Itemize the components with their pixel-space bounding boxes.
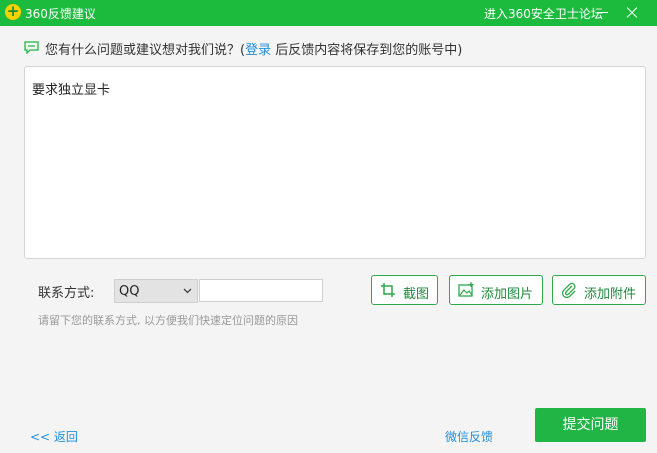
360-logo-icon <box>5 2 21 20</box>
wechat-feedback-link[interactable]: 微信反馈 <box>445 428 493 445</box>
chevron-down-icon <box>183 288 192 294</box>
contact-label: 联系方式: <box>38 286 95 301</box>
crop-icon <box>381 283 395 297</box>
window-title: 360反馈建议 <box>25 7 96 21</box>
feedback-textarea[interactable]: 要求独立显卡 <box>24 66 646 259</box>
add-attachment-button[interactable]: 添加附件 <box>552 275 646 305</box>
submit-button[interactable]: 提交问题 <box>535 408 646 442</box>
add-attachment-label: 添加附件 <box>584 287 637 302</box>
add-image-button[interactable]: 添加图片 <box>449 275 543 305</box>
paperclip-icon <box>561 282 576 298</box>
screenshot-button[interactable]: 截图 <box>371 275 438 305</box>
prompt-suffix: 后反馈内容将保存到您的账号中) <box>271 43 463 58</box>
chat-bubble-icon <box>24 41 39 54</box>
image-icon <box>458 282 474 297</box>
prompt-question: 您有什么问题或建议想对我们说？( <box>45 43 246 58</box>
login-link[interactable]: 登录 <box>245 43 271 58</box>
minimize-icon[interactable] <box>592 1 614 23</box>
title-bar: 360反馈建议 进入360安全卫士论坛 <box>0 0 657 26</box>
contact-input[interactable] <box>199 279 323 302</box>
back-link[interactable]: << 返回 <box>30 428 78 445</box>
contact-hint: 请留下您的联系方式, 以方便我们快速定位问题的原因 <box>38 314 298 327</box>
screenshot-label: 截图 <box>403 287 430 302</box>
add-image-label: 添加图片 <box>481 287 534 302</box>
close-icon[interactable] <box>621 1 643 23</box>
contact-method-select[interactable]: QQ <box>114 279 198 303</box>
forum-link[interactable]: 进入360安全卫士论坛 <box>484 5 603 22</box>
prompt-text: 您有什么问题或建议想对我们说？(登录 后反馈内容将保存到您的账号中) <box>45 39 462 58</box>
contact-method-value: QQ <box>119 284 140 299</box>
